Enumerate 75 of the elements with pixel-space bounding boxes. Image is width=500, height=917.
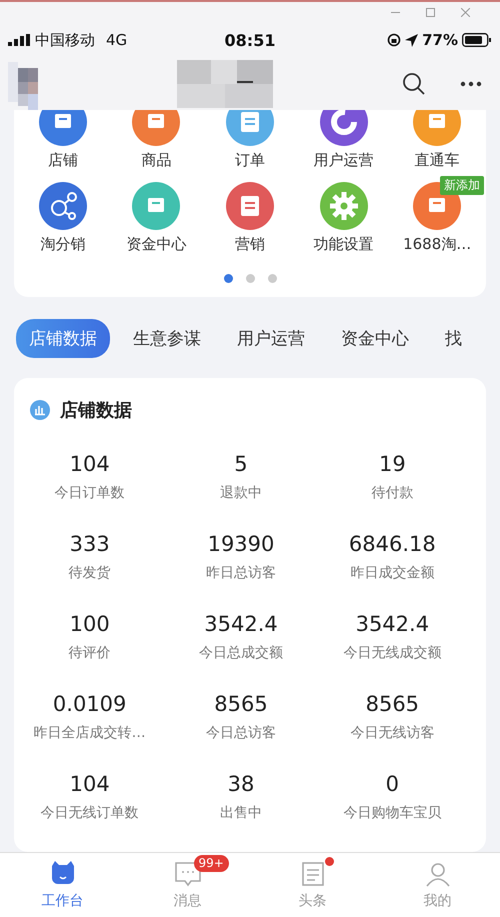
metric-label: 今日无线成交额 (343, 644, 442, 662)
more-icon[interactable] (460, 81, 482, 87)
status-time: 08:51 (224, 30, 276, 50)
bottom-tab[interactable]: 消息 99+ (125, 853, 250, 917)
category-tab[interactable]: 资金中心 (328, 319, 422, 358)
unread-badge: 99+ (194, 855, 229, 872)
location-arrow-icon (405, 34, 418, 46)
shortcut-label[interactable]: 资金中心 (126, 235, 186, 254)
signal-icon (8, 34, 30, 46)
shortcut-icon[interactable] (132, 110, 180, 146)
shortcut-icon[interactable] (413, 110, 462, 146)
battery-icon (462, 33, 492, 47)
battery-percent: 77% (422, 31, 458, 49)
category-tab[interactable]: 找 (432, 319, 475, 358)
metric-label: 待付款 (371, 484, 414, 502)
category-tab[interactable]: 店铺数据 (16, 319, 110, 358)
shortcut-label[interactable]: 商品 (141, 151, 172, 170)
shortcut-label[interactable]: 营销 (234, 235, 265, 254)
metric-label: 昨日成交金额 (350, 564, 434, 582)
category-tab[interactable]: 用户运营 (224, 319, 318, 358)
metric-value: 38 (228, 772, 254, 796)
metric-value: 19 (378, 452, 406, 476)
metric-value: 8565 (366, 692, 420, 716)
rotation-lock-icon (387, 33, 402, 47)
shortcut-icon[interactable] (320, 110, 368, 146)
metric-label: 待发货 (68, 564, 111, 582)
shortcut-icon[interactable] (320, 182, 368, 230)
shortcut-label[interactable]: 订单 (234, 151, 265, 170)
network-type: 4G (106, 31, 128, 49)
metric-value: 3542.4 (204, 612, 278, 636)
metric-value: 0 (386, 772, 399, 796)
close-icon[interactable] (461, 8, 470, 16)
metric-value: 104 (70, 772, 110, 796)
metric-value: 100 (70, 612, 110, 636)
metric-label: 今日无线访客 (350, 724, 434, 742)
metric-label: 今日总访客 (206, 724, 276, 742)
shortcut-icon[interactable] (132, 182, 180, 230)
metric-value: 333 (70, 532, 110, 556)
category-tab[interactable]: 生意参谋 (120, 319, 214, 358)
shortcut-label[interactable]: 功能设置 (314, 235, 374, 254)
metric-label: 昨日总访客 (206, 564, 276, 582)
shortcut-label[interactable]: 1688淘… (403, 235, 472, 254)
search-icon[interactable] (402, 72, 426, 96)
metric-label: 待评价 (68, 644, 111, 662)
card-title: 店铺数据 (60, 399, 132, 422)
page-dot[interactable] (268, 274, 276, 283)
new-badge: 新添加 (440, 176, 484, 195)
carrier-name: 中国移动 (35, 30, 95, 50)
metric-label: 昨日全店成交转… (34, 724, 146, 742)
metric-label: 退款中 (220, 484, 262, 502)
maximize-icon[interactable] (426, 8, 435, 16)
metric-value: 19390 (208, 532, 274, 556)
metric-value: 0.0109 (52, 692, 126, 716)
shortcut-label[interactable]: 店铺 (48, 151, 78, 170)
page-dot[interactable] (224, 274, 232, 283)
metric-label: 今日无线订单数 (40, 804, 139, 822)
metric-value: 6846.18 (348, 532, 436, 556)
shortcut-label[interactable]: 用户运营 (314, 151, 374, 170)
metric-label: 出售中 (220, 804, 262, 822)
shortcut-icon[interactable] (38, 110, 87, 146)
shortcut-icon[interactable] (226, 110, 274, 146)
metric-label: 今日购物车宝贝 (343, 804, 442, 822)
shortcut-label[interactable]: 直通车 (414, 151, 460, 170)
metric-label: 今日订单数 (54, 484, 125, 502)
chart-icon (30, 400, 50, 420)
metric-value: 5 (234, 452, 248, 476)
metric-label: 今日总成交额 (198, 644, 283, 662)
page-dot[interactable] (246, 274, 254, 283)
shortcut-label[interactable]: 淘分销 (40, 235, 86, 254)
bottom-tab[interactable]: 工作台 (0, 853, 125, 917)
shortcut-icon[interactable] (226, 182, 274, 230)
metric-value: 3542.4 (356, 612, 430, 636)
metric-value: 104 (70, 452, 110, 476)
metric-value: 8565 (214, 692, 268, 716)
shortcut-icon[interactable] (38, 182, 87, 230)
